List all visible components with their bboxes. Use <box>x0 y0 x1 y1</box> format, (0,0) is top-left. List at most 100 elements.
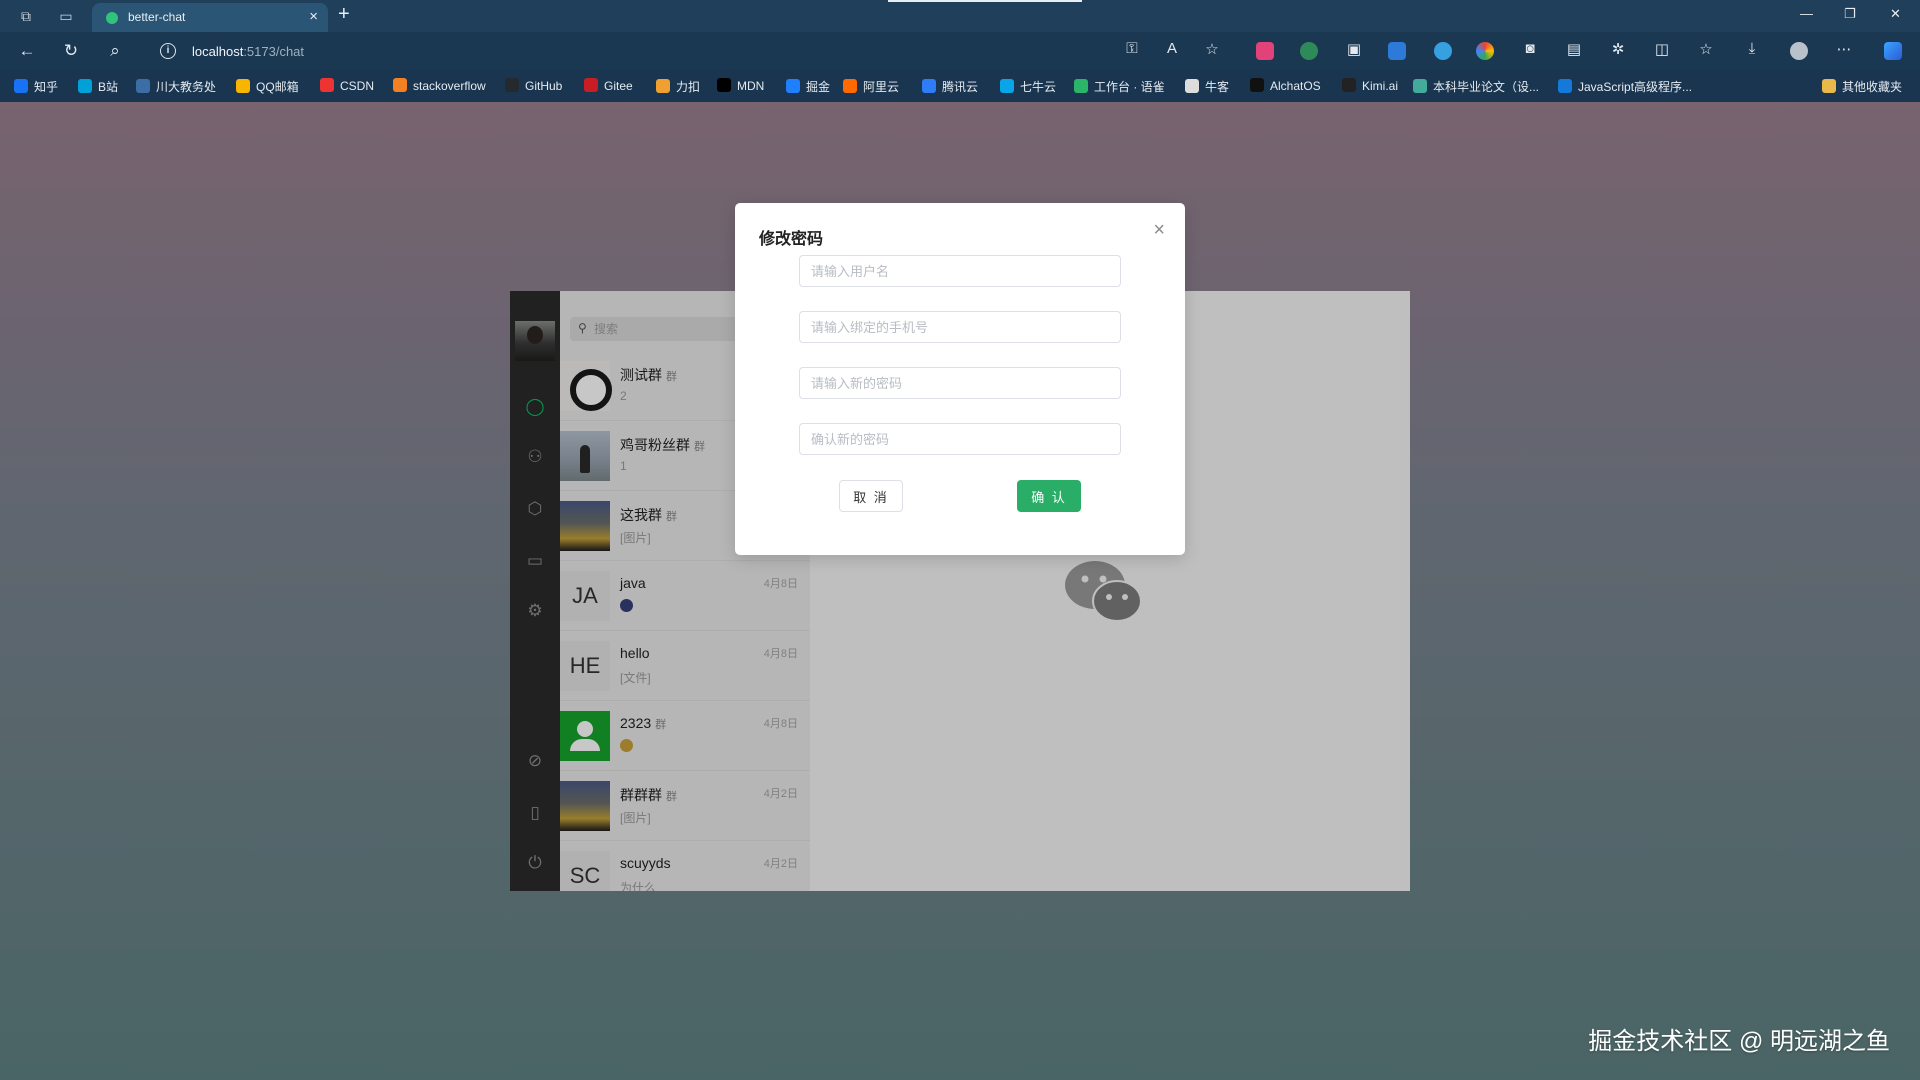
restore-icon[interactable]: ❐ <box>1844 6 1856 22</box>
download-icon[interactable]: ⤓ <box>1742 40 1762 57</box>
key-icon[interactable]: ⚿ <box>1122 40 1142 57</box>
extension-chat-icon[interactable] <box>1434 42 1452 60</box>
more-menu-icon[interactable]: ⋯ <box>1834 40 1854 58</box>
bookmark-favicon-icon <box>136 79 150 93</box>
workspaces-icon[interactable]: ⧉ <box>16 6 36 26</box>
bookmark-favicon-icon <box>922 79 936 93</box>
window-close-icon[interactable]: ✕ <box>1890 6 1901 22</box>
bookmark-favicon-icon <box>14 79 28 93</box>
back-icon[interactable]: ← <box>16 40 38 62</box>
username-input[interactable] <box>799 255 1121 287</box>
bookmark-favicon-icon <box>393 78 407 92</box>
bookmark-label: MDN <box>737 79 765 93</box>
bookmark-item[interactable]: 牛客 <box>1185 78 1229 95</box>
dialog-title: 修改密码 <box>759 231 824 248</box>
extension-translate-icon[interactable] <box>1256 42 1274 60</box>
bookmark-favicon-icon <box>505 78 519 92</box>
bookmark-item[interactable]: 其他收藏夹 <box>1822 78 1902 95</box>
extension-badge-icon[interactable] <box>1300 42 1318 60</box>
bookmark-favicon-icon <box>717 78 731 92</box>
favorite-star-icon[interactable]: ☆ <box>1202 40 1222 58</box>
refresh-icon[interactable]: ↻ <box>60 40 82 62</box>
bookmark-item[interactable]: 川大教务处 <box>136 78 216 95</box>
bookmark-item[interactable]: stackoverflow <box>393 78 486 93</box>
bookmark-label: 其他收藏夹 <box>1842 80 1903 94</box>
search-icon[interactable]: ⌕ <box>104 40 126 62</box>
bookmark-favicon-icon <box>1822 79 1836 93</box>
bookmark-favicon-icon <box>1185 79 1199 93</box>
tab-close-icon[interactable]: × <box>309 8 318 25</box>
tab-actions-icon[interactable]: ▭ <box>56 6 76 26</box>
bookmarks-bar: 知乎 B站 川大教务处 QQ邮箱 CSDN stackoverflow GitHub Gite… <box>0 70 1920 102</box>
bookmark-favicon-icon <box>1000 79 1014 93</box>
bookmark-label: CSDN <box>340 79 375 93</box>
profile-avatar[interactable] <box>1790 42 1808 60</box>
extensions-icon[interactable]: ✲ <box>1608 40 1628 58</box>
minimize-icon[interactable]: — <box>1800 6 1813 21</box>
bookmark-label: QQ邮箱 <box>256 80 299 94</box>
bookmark-label: 腾讯云 <box>942 80 979 94</box>
address-bar-row: ← ↻ ⌕ i localhost:5173/chat ⚿ A ☆ ▣ ◙ ▤ … <box>0 32 1920 70</box>
bookmark-favicon-icon <box>78 79 92 93</box>
bookmark-item[interactable]: 阿里云 <box>843 78 899 95</box>
url-field[interactable]: i localhost:5173/chat <box>150 37 1140 65</box>
bookmark-label: 知乎 <box>34 80 59 94</box>
read-aloud-icon[interactable]: A <box>1162 40 1182 57</box>
bookmark-label: 川大教务处 <box>156 80 217 94</box>
bookmark-label: Kimi.ai <box>1362 79 1399 93</box>
bookmark-item[interactable]: QQ邮箱 <box>236 78 299 95</box>
bookmark-label: B站 <box>98 80 119 94</box>
bookmark-label: AlchatOS <box>1270 79 1321 93</box>
bookmark-favicon-icon <box>1074 79 1088 93</box>
dialog-close-icon[interactable]: × <box>1153 219 1165 242</box>
bookmark-favicon-icon <box>843 79 857 93</box>
bookmark-label: 阿里云 <box>863 80 900 94</box>
bookmark-item[interactable]: 七牛云 <box>1000 78 1056 95</box>
confirm-button[interactable]: 确 认 <box>1017 480 1081 512</box>
document-icon[interactable]: ▤ <box>1564 40 1584 58</box>
split-screen-icon[interactable]: ◫ <box>1652 40 1672 58</box>
url-text: localhost:5173/chat <box>192 44 305 59</box>
bookmark-item[interactable]: JavaScript高级程序... <box>1558 78 1692 95</box>
bookmark-favicon-icon <box>1413 79 1427 93</box>
camera-icon[interactable]: ◙ <box>1520 40 1540 57</box>
phone-input[interactable] <box>799 311 1121 343</box>
bookmark-favicon-icon <box>1558 79 1572 93</box>
new-tab-button[interactable]: + <box>338 3 350 26</box>
browser-tab-bar: ⧉ ▭ better-chat × + — ❐ ✕ <box>0 0 1920 32</box>
cancel-button[interactable]: 取 消 <box>839 480 903 512</box>
browser-tab[interactable]: better-chat × <box>92 3 328 32</box>
extension-screen-icon[interactable]: ▣ <box>1344 40 1364 58</box>
bookmark-item[interactable]: 腾讯云 <box>922 78 978 95</box>
tab-title: better-chat <box>128 10 186 24</box>
bookmark-label: 力扣 <box>676 80 701 94</box>
collections-icon[interactable]: ☆ <box>1696 40 1716 58</box>
extension-color-icon[interactable] <box>1476 42 1494 60</box>
site-info-icon[interactable]: i <box>160 43 176 59</box>
bookmark-item[interactable]: Gitee <box>584 78 633 93</box>
confirm-password-input[interactable] <box>799 423 1121 455</box>
bookmark-item[interactable]: CSDN <box>320 78 374 93</box>
bookmark-favicon-icon <box>584 78 598 92</box>
bookmark-item[interactable]: 力扣 <box>656 78 700 95</box>
bookmark-label: GitHub <box>525 79 563 93</box>
extension-sync-icon[interactable] <box>1388 42 1406 60</box>
bookmark-label: 本科毕业论文（设... <box>1433 80 1540 94</box>
change-password-dialog: 修改密码 × 取 消 确 认 <box>735 203 1185 555</box>
bookmark-favicon-icon <box>1342 78 1356 92</box>
new-password-input[interactable] <box>799 367 1121 399</box>
bookmark-label: 牛客 <box>1205 80 1230 94</box>
bookmark-item[interactable]: 知乎 <box>14 78 58 95</box>
bookmark-item[interactable]: 掘金 <box>786 78 830 95</box>
bookmark-item[interactable]: Kimi.ai <box>1342 78 1398 93</box>
bookmark-favicon-icon <box>1250 78 1264 92</box>
copilot-icon[interactable] <box>1884 42 1902 60</box>
bookmark-favicon-icon <box>786 79 800 93</box>
bookmark-item[interactable]: B站 <box>78 78 118 95</box>
bookmark-item[interactable]: 工作台 · 语雀 <box>1074 78 1165 95</box>
bookmark-item[interactable]: GitHub <box>505 78 562 93</box>
bookmark-item[interactable]: AlchatOS <box>1250 78 1321 93</box>
bookmark-item[interactable]: MDN <box>717 78 764 93</box>
watermark: 掘金技术社区 @ 明远湖之鱼 <box>1588 1028 1890 1055</box>
bookmark-item[interactable]: 本科毕业论文（设... <box>1413 78 1539 95</box>
